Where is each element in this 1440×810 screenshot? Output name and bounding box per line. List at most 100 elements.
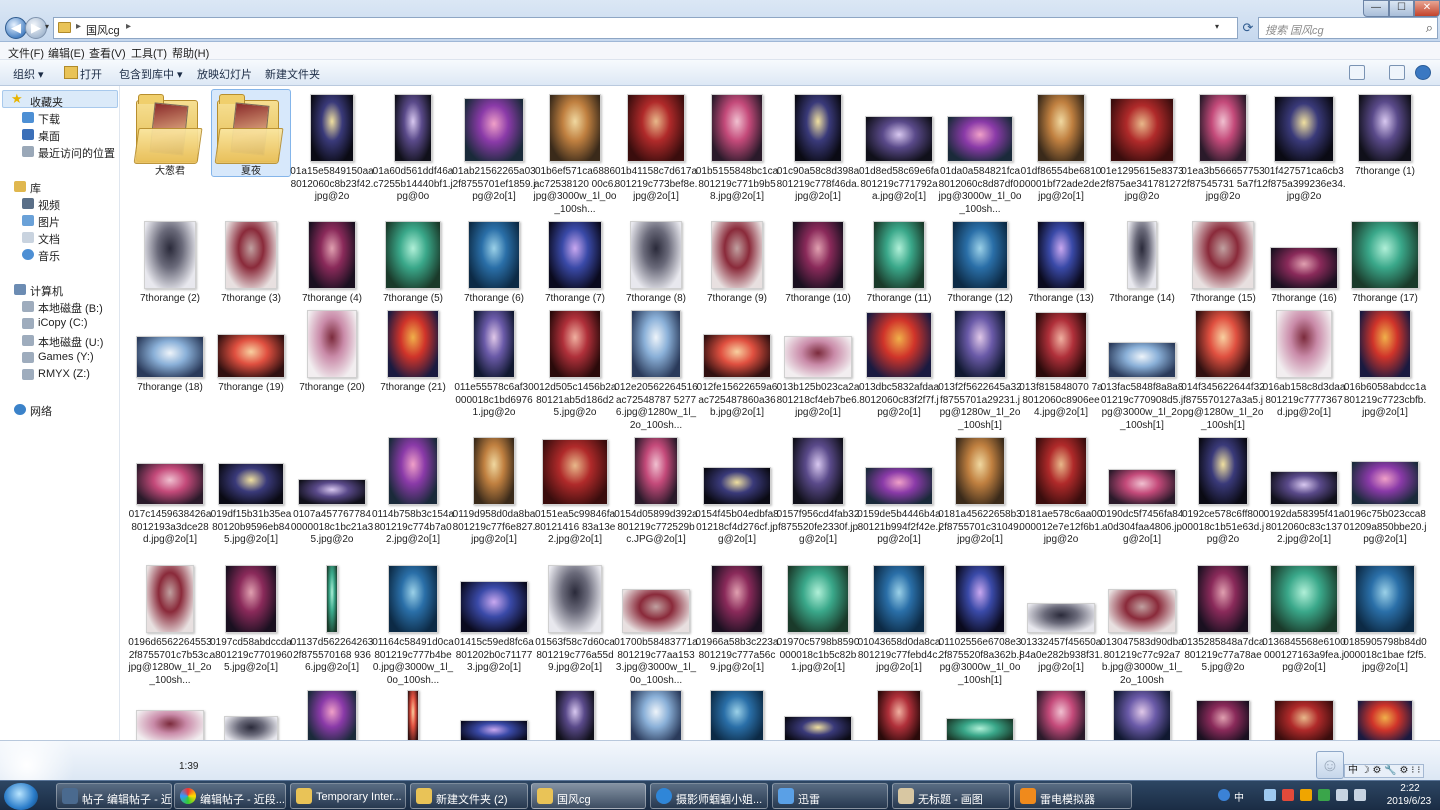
file-item[interactable]: 016b6058abdcc1a801219c7723cbfb.jpg@2o[1]: [1344, 306, 1426, 426]
image-thumbnail[interactable]: [710, 690, 764, 740]
image-thumbnail[interactable]: [946, 718, 1014, 740]
preview-pane-icon[interactable]: [1389, 65, 1405, 80]
new-folder-button[interactable]: 新建文件夹: [265, 66, 320, 82]
file-item[interactable]: 0154f45b04edbfa801218cf4d276cf.jpg@2o[1]: [695, 433, 779, 553]
file-item[interactable]: 01df86554be681000001bf72ade2de.jpg@2o[1]: [1019, 90, 1103, 210]
file-item[interactable]: 0181ae578c6aa00000012e7e12f6b1.jpg@2o: [1019, 433, 1103, 553]
file-item[interactable]: 7thorange (21): [373, 306, 453, 426]
file-item[interactable]: 0190dc5f7456fa84a0d304faa4806.jpg@2o[1]: [1101, 433, 1183, 553]
nav-computer[interactable]: 计算机: [30, 283, 63, 299]
clock-date[interactable]: 2019/6/23: [1378, 796, 1440, 807]
file-item[interactable]: 0151ea5c99846fa80121416 83a13e2.jpg@2o[1…: [535, 433, 615, 553]
file-item[interactable]: 0159de5b4446b4a80121b994f2f42e.jpg@2o[1]: [857, 433, 941, 553]
nav-recent-places[interactable]: 最近访问的位置: [38, 145, 115, 161]
tray-icon[interactable]: [1264, 789, 1276, 801]
menu-file[interactable]: 文件(F): [8, 45, 44, 61]
file-item[interactable]: 012e20562264516ac72548787 52776.jpg@1280…: [614, 306, 698, 431]
ime-toolbar[interactable]: 中 ☽ ⚙ 🔧 ⚙ ⁝ ⁝: [1344, 764, 1425, 778]
file-item[interactable]: 01102556e6708e32f875520f8a362b.jpg@3000w…: [939, 561, 1021, 686]
file-item[interactable]: 013fac5848f8a8a801219c770908d5.jpg@3000w…: [1101, 306, 1183, 431]
file-item[interactable]: 0181a45622658b32f8755701c31049.jpg@2o[1]: [938, 433, 1022, 553]
image-thumbnail[interactable]: [407, 690, 419, 740]
image-thumbnail[interactable]: [784, 716, 852, 740]
file-item[interactable]: 01da0a584821fca8012060c8d87df0.jpg@3000w…: [939, 90, 1022, 215]
image-thumbnail[interactable]: [1357, 700, 1413, 740]
file-item[interactable]: 01137d5622642632f875570168 9366.jpg@2o[1…: [291, 561, 373, 681]
image-thumbnail[interactable]: [555, 690, 595, 740]
file-item[interactable]: 016ab158c8d3daa801219c7777367d.jpg@2o[1]: [1263, 306, 1345, 426]
file-item[interactable]: 01d8ed58c69e6fa801219c771792aa.jpg@2o[1]: [859, 90, 939, 210]
file-item[interactable]: 0197cd58abdccdaa801219c77019605.jpg@2o[1…: [210, 561, 292, 681]
image-thumbnail[interactable]: [630, 690, 682, 740]
image-thumbnail[interactable]: [307, 690, 357, 740]
taskbar-item-new-folder-2[interactable]: 新建文件夹 (2): [410, 783, 528, 809]
taskbar-item-post-edit[interactable]: 帖子 编辑帖子 - 近...: [56, 783, 172, 809]
menu-view[interactable]: 查看(V): [89, 45, 126, 61]
nav-drive-y[interactable]: Games (Y:): [38, 351, 94, 363]
file-item[interactable]: 0196d65622645532f8755701c7b53c.jpg@1280w…: [128, 561, 212, 686]
file-item[interactable]: 0114b758b3c154a801219c774b7a02.jpg@2o[1]: [372, 433, 454, 553]
nav-drive-b[interactable]: 本地磁盘 (B:): [38, 300, 103, 316]
file-item[interactable]: 7thorange (1): [1345, 90, 1425, 210]
menu-tools[interactable]: 工具(T): [131, 45, 167, 61]
file-item[interactable]: 01700b58483771a801219c77aa1533.jpg@3000w…: [614, 561, 698, 686]
ime-indicator[interactable]: 中: [1234, 789, 1244, 804]
volume-icon[interactable]: [1354, 789, 1366, 801]
file-item[interactable]: 大葱君: [130, 90, 210, 210]
file-item[interactable]: 013f2f5622645a32f8755701a29231.jpg@1280w…: [938, 306, 1022, 431]
refresh-icon[interactable]: ⟳: [1240, 18, 1256, 38]
chevron-down-icon[interactable]: ▾: [1215, 22, 1219, 31]
file-item[interactable]: 7thorange (20): [292, 306, 372, 426]
nav-network[interactable]: 网络: [30, 403, 52, 419]
search-icon[interactable]: ⌕: [1426, 20, 1433, 36]
tray-icon[interactable]: [1282, 789, 1294, 801]
file-item[interactable]: 0135285848a7dca801219c77a78ae5.jpg@2o: [1182, 561, 1264, 681]
nav-pictures[interactable]: 图片: [38, 214, 60, 230]
slideshow-button[interactable]: 放映幻灯片: [197, 66, 252, 82]
file-item[interactable]: 01970c5798b8590000018c1b5c82b1.jpg@2o[1]: [777, 561, 859, 681]
recent-pages-dropdown[interactable]: ▾: [45, 22, 49, 31]
nav-drive-z[interactable]: RMYX (Z:): [38, 368, 90, 380]
taskbar-item-guofeng-cg[interactable]: 国风cg: [531, 783, 646, 809]
file-item[interactable]: 0192da58395f41a8012060c83c1372.jpg@2o[1]: [1264, 433, 1344, 553]
file-item[interactable]: 01e1295615e83732f875ae34178127.jpg@2o: [1100, 90, 1184, 210]
file-item[interactable]: 01a60d561ddf46ac7255b14440bf1.jpg@0o: [373, 90, 453, 210]
search-input[interactable]: 搜索 国风cg ⌕: [1258, 17, 1438, 39]
file-item[interactable]: 0154d05899d392a801219c772529bc.JPG@2o[1]: [614, 433, 698, 553]
file-item[interactable]: 01a15e5849150aa8012060c8b23f42.jpg@2o: [290, 90, 374, 210]
image-thumbnail[interactable]: [877, 690, 921, 740]
qq-icon[interactable]: [1218, 789, 1230, 801]
help-icon[interactable]: [1415, 65, 1431, 80]
file-item[interactable]: 011e55578c6af30000018c1bd69761.jpg@2o: [454, 306, 534, 426]
image-thumbnail[interactable]: [1274, 700, 1334, 740]
nav-music[interactable]: 音乐: [38, 248, 60, 264]
image-thumbnail[interactable]: [224, 716, 278, 740]
address-path[interactable]: 国风cg: [86, 22, 120, 38]
image-thumbnail[interactable]: [136, 710, 204, 740]
file-item[interactable]: 7thorange (18): [130, 306, 210, 426]
image-thumbnail[interactable]: [1196, 700, 1250, 740]
tray-icon[interactable]: [1300, 789, 1312, 801]
file-item[interactable]: 01b41158c7d617a801219c773bef8e.jpg@2o[1]: [615, 90, 697, 210]
menu-help[interactable]: 帮助(H): [172, 45, 209, 61]
file-item[interactable]: 0196c75b023cca801209a850bbe20.jpg@2o[1]: [1344, 433, 1426, 553]
start-button[interactable]: [4, 783, 38, 810]
clock-time[interactable]: 2:22: [1382, 783, 1438, 794]
taskbar-item-paint[interactable]: 无标题 - 画图: [892, 783, 1010, 809]
back-button[interactable]: ◀: [5, 17, 27, 39]
file-item[interactable]: 0185905798b84d0000018c1bae f2f5.jpg@2o[1…: [1343, 561, 1427, 681]
close-button[interactable]: ✕: [1414, 0, 1440, 17]
file-item[interactable]: 013b125b023ca2a801218cf4eb7be6.jpg@2o[1]: [777, 306, 859, 426]
file-item[interactable]: 01164c58491d0ca801219c777b4be0.jpg@3000w…: [372, 561, 454, 686]
nav-drive-u[interactable]: 本地磁盘 (U:): [38, 334, 103, 350]
forward-button[interactable]: ▶: [25, 17, 47, 39]
image-thumbnail[interactable]: [460, 720, 528, 740]
file-item[interactable]: 01ea3b5666577532f87545731 5a7f1.jpg@2o: [1181, 90, 1265, 210]
nav-desktop[interactable]: 桌面: [38, 128, 60, 144]
address-bar[interactable]: ▸ 国风cg ▸ ▾: [53, 17, 1238, 39]
file-item[interactable]: 01332457f45650a84a0e282b938f31.jpg@2o[1]: [1019, 561, 1103, 681]
taskbar-item-thunder[interactable]: 迅雷: [772, 783, 888, 809]
file-item[interactable]: 012fe15622659a6ac725487860a36b.jpg@2o[1]: [697, 306, 777, 426]
file-item[interactable]: 014f345622644f32f875570127a3a5.jpg@1280w…: [1181, 306, 1265, 431]
file-item[interactable]: 0157f956cd4fab32f875520fe2330f.jpg@2o[1]: [777, 433, 859, 553]
